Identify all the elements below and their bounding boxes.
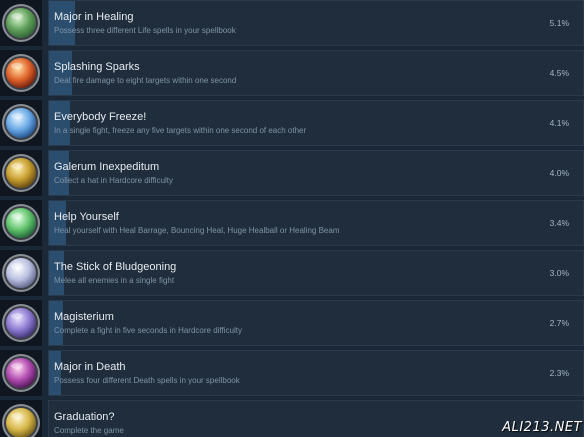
achievement-row[interactable]: Magisterium Complete a fight in five seco… (0, 300, 584, 350)
achievement-icon-frame (0, 250, 42, 296)
unlock-rate-fill (49, 201, 66, 245)
death-scroll-icon (2, 354, 40, 392)
unlock-percent: 3.0% (549, 268, 569, 278)
achievement-progress-bar: Major in Death Possess four different Dea… (48, 350, 584, 396)
watermark: ALI213.NET (502, 420, 582, 435)
achievement-progress-bar: Everybody Freeze! In a single fight, free… (48, 100, 584, 146)
achievement-icon-frame (0, 200, 42, 246)
achievement-icon-frame (0, 350, 42, 396)
achievement-progress-bar: Magisterium Complete a fight in five seco… (48, 300, 584, 346)
unlock-rate-fill (49, 51, 72, 95)
healing-hand-icon (2, 204, 40, 242)
unlock-percent: 4.1% (549, 118, 569, 128)
achievement-description: Collect a hat in Hardcore difficulty (54, 176, 174, 185)
achievement-icon-frame (0, 150, 42, 196)
fire-burst-icon (2, 54, 40, 92)
achievement-title: Graduation? (54, 411, 115, 423)
achievement-description: Possess three different Life spells in y… (54, 26, 236, 35)
achievement-title: Galerum Inexpeditum (54, 161, 160, 173)
achievement-row[interactable]: Graduation? Complete the game (0, 400, 584, 437)
wizard-hat-icon (2, 154, 40, 192)
achievement-icon-frame (0, 0, 42, 46)
achievement-title: The Stick of Bludgeoning (54, 261, 177, 273)
unlock-percent: 5.1% (549, 18, 569, 28)
achievement-description: In a single fight, freeze any five targe… (54, 126, 307, 135)
achievement-icon-frame (0, 300, 42, 346)
stopwatch-icon (2, 304, 40, 342)
achievement-row[interactable]: Everybody Freeze! In a single fight, free… (0, 100, 584, 150)
achievement-description: Possess four different Death spells in y… (54, 376, 240, 385)
unlock-percent: 3.4% (549, 218, 569, 228)
unlock-percent: 4.0% (549, 168, 569, 178)
achievement-progress-bar: Splashing Sparks Deal fire damage to eigh… (48, 50, 584, 96)
achievement-title: Magisterium (54, 311, 114, 323)
achievement-icon-frame (0, 100, 42, 146)
unlock-percent: 4.5% (549, 68, 569, 78)
achievement-progress-bar: Galerum Inexpeditum Collect a hat in Hard… (48, 150, 584, 196)
unlock-rate-fill (49, 351, 61, 395)
unlock-rate-fill (49, 151, 69, 195)
achievement-progress-bar: Major in Healing Possess three different … (48, 0, 584, 46)
unlock-percent: 2.3% (549, 368, 569, 378)
achievement-progress-bar: The Stick of Bludgeoning Melee all enemie… (48, 250, 584, 296)
achievement-row[interactable]: Splashing Sparks Deal fire damage to eigh… (0, 50, 584, 100)
achievement-description: Complete the game (54, 426, 124, 435)
achievement-icon-frame (0, 400, 42, 437)
achievement-icon-frame (0, 50, 42, 96)
achievement-description: Melee all enemies in a single fight (54, 276, 175, 285)
unlock-rate-fill (49, 251, 64, 295)
unlock-rate-fill (49, 101, 70, 145)
achievement-list: Major in Healing Possess three different … (0, 0, 584, 437)
unlock-rate-fill (49, 1, 75, 45)
staff-strike-icon (2, 254, 40, 292)
heal-scroll-icon (2, 4, 40, 42)
achievement-row[interactable]: Help Yourself Heal yourself with Heal Bar… (0, 200, 584, 250)
unlock-percent: 2.7% (549, 318, 569, 328)
achievement-description: Heal yourself with Heal Barrage, Bouncin… (54, 226, 340, 235)
achievement-description: Deal fire damage to eight targets within… (54, 76, 237, 85)
achievement-title: Everybody Freeze! (54, 111, 147, 123)
achievement-row[interactable]: Major in Healing Possess three different … (0, 0, 584, 50)
achievement-row[interactable]: The Stick of Bludgeoning Melee all enemie… (0, 250, 584, 300)
unlock-rate-fill (49, 301, 63, 345)
achievement-row[interactable]: Galerum Inexpeditum Collect a hat in Hard… (0, 150, 584, 200)
achievement-title: Major in Healing (54, 11, 134, 23)
achievement-description: Complete a fight in five seconds in Hard… (54, 326, 242, 335)
achievement-title: Major in Death (54, 361, 126, 373)
laurel-wreath-icon (2, 404, 40, 437)
achievement-title: Help Yourself (54, 211, 119, 223)
achievement-row[interactable]: Major in Death Possess four different Dea… (0, 350, 584, 400)
achievement-title: Splashing Sparks (54, 61, 140, 73)
achievement-progress-bar: Help Yourself Heal yourself with Heal Bar… (48, 200, 584, 246)
frozen-figure-icon (2, 104, 40, 142)
